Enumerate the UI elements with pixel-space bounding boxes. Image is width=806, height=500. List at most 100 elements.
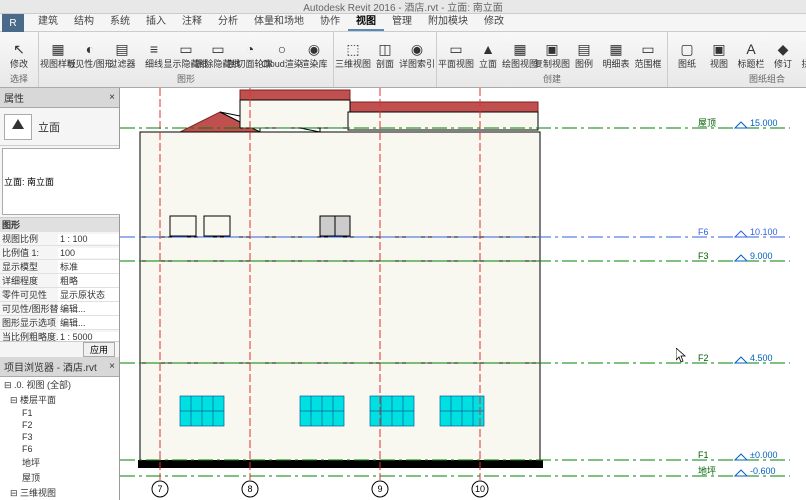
- app-menu[interactable]: R: [2, 14, 24, 32]
- ribbon-tab[interactable]: 体量和场地: [246, 10, 312, 31]
- ribbon-group: ▦视图样板◐可见性/图形▤过滤器≡细线▭显示隐藏线▭删除隐藏线◔剖切面轮廓○Cl…: [39, 32, 334, 87]
- ribbon-button[interactable]: ▦绘图视图: [504, 34, 536, 74]
- property-label: 当比例粗略度...: [0, 330, 58, 341]
- property-value[interactable]: 显示原状态: [58, 288, 119, 301]
- elevation-drawing: 屋顶 15.000 F6 10.100 F3 9.000 F2 4.500 F1 ±0.000 地坪…: [120, 88, 806, 500]
- apply-bar: 应用: [0, 341, 119, 357]
- ribbon-button[interactable]: ▢图纸: [671, 34, 703, 74]
- close-icon[interactable]: ×: [109, 92, 115, 103]
- property-value[interactable]: 标准: [58, 260, 119, 273]
- ribbon-tab[interactable]: 建筑: [30, 10, 66, 31]
- property-row[interactable]: 详细程度粗略: [0, 274, 119, 288]
- ribbon-tab[interactable]: 系统: [102, 10, 138, 31]
- property-value[interactable]: 编辑...: [58, 302, 119, 315]
- properties-panel-title: 属性 ×: [0, 88, 119, 108]
- level-name[interactable]: F2: [698, 353, 709, 363]
- ribbon-icon: ⬚: [343, 39, 363, 59]
- level-name[interactable]: F1: [698, 450, 709, 460]
- ribbon-button[interactable]: ▦明细表: [600, 34, 632, 74]
- ribbon-button[interactable]: ▭范围框: [632, 34, 664, 74]
- property-value[interactable]: 粗略: [58, 274, 119, 287]
- ribbon-group: ↖修改选择: [0, 32, 39, 87]
- ribbon-button[interactable]: ▣视图: [703, 34, 735, 74]
- ribbon-tab[interactable]: 管理: [384, 10, 420, 31]
- property-row[interactable]: 图形显示选项编辑...: [0, 316, 119, 330]
- ribbon-button[interactable]: ▣复制视图: [536, 34, 568, 74]
- property-value[interactable]: 编辑...: [58, 316, 119, 329]
- ribbon-icon: ▲: [478, 39, 498, 59]
- level-elev[interactable]: ±0.000: [750, 450, 777, 460]
- property-value[interactable]: 1 : 100: [58, 234, 119, 244]
- ribbon-tab[interactable]: 注释: [174, 10, 210, 31]
- level-name[interactable]: F6: [698, 227, 709, 237]
- ribbon-button[interactable]: ◫剖面: [369, 34, 401, 74]
- ribbon-button[interactable]: ◉渲染库: [298, 34, 330, 74]
- tree-node[interactable]: F3: [0, 431, 119, 443]
- ribbon-label: 剖面: [376, 59, 394, 69]
- ribbon-tab[interactable]: 视图: [348, 10, 384, 31]
- ribbon-label: 立面: [479, 59, 497, 69]
- level-elev[interactable]: 9.000: [750, 251, 773, 261]
- ribbon-button[interactable]: ↖修改: [3, 34, 35, 74]
- property-value[interactable]: 1 : 5000: [58, 332, 119, 342]
- ribbon-button[interactable]: A标题栏: [735, 34, 767, 74]
- property-row[interactable]: 可见性/图形替换编辑...: [0, 302, 119, 316]
- element-type[interactable]: 立面: [0, 108, 119, 146]
- ground-line: [138, 460, 543, 468]
- tree-node[interactable]: F6: [0, 443, 119, 455]
- tree-node[interactable]: F1: [0, 407, 119, 419]
- property-row[interactable]: 视图比例1 : 100: [0, 232, 119, 246]
- level-elev[interactable]: 15.000: [750, 118, 778, 128]
- ribbon-button[interactable]: ▤过滤器: [106, 34, 138, 74]
- level-elev[interactable]: 10.100: [750, 227, 778, 237]
- apply-button[interactable]: 应用: [83, 342, 115, 357]
- tree-node[interactable]: 地坪: [0, 455, 119, 470]
- level-elev[interactable]: -0.600: [750, 466, 776, 476]
- ribbon-tab[interactable]: 结构: [66, 10, 102, 31]
- property-label: 显示模型: [0, 260, 58, 273]
- ribbon-button[interactable]: ◆修订: [767, 34, 799, 74]
- level-name[interactable]: F3: [698, 251, 709, 261]
- ribbon: ↖修改选择▦视图样板◐可见性/图形▤过滤器≡细线▭显示隐藏线▭删除隐藏线◔剖切面…: [0, 32, 806, 88]
- property-row[interactable]: 当比例粗略度...1 : 5000: [0, 330, 119, 341]
- property-row[interactable]: 显示模型标准: [0, 260, 119, 274]
- ribbon-button[interactable]: ◐可见性/图形: [74, 34, 106, 74]
- ribbon-tab[interactable]: 协作: [312, 10, 348, 31]
- ribbon-tab[interactable]: 修改: [476, 10, 512, 31]
- ribbon-button[interactable]: ◉详图索引: [401, 34, 433, 74]
- close-icon[interactable]: ×: [109, 361, 115, 372]
- ribbon-icon: ▤: [112, 39, 132, 59]
- ribbon-icon: ▣: [542, 39, 562, 59]
- ribbon-label: 细线: [145, 59, 163, 69]
- level-name[interactable]: 屋顶: [698, 118, 716, 128]
- grid-bubble[interactable]: 8: [247, 484, 252, 494]
- ribbon-button[interactable]: ⬚三维视图: [337, 34, 369, 74]
- tree-node[interactable]: 屋顶: [0, 470, 119, 485]
- ribbon-button[interactable]: ○Cloud渲染: [266, 34, 298, 74]
- grid-bubble[interactable]: 9: [377, 484, 382, 494]
- grid-bubble[interactable]: 7: [157, 484, 162, 494]
- grid-bubble[interactable]: 10: [475, 484, 485, 494]
- ribbon-button[interactable]: ▤图例: [568, 34, 600, 74]
- ribbon-icon: ◆: [773, 39, 793, 59]
- type-selector[interactable]: [2, 148, 123, 215]
- ribbon-tab[interactable]: 附加模块: [420, 10, 476, 31]
- tree-node[interactable]: ⊟ 楼层平面: [0, 392, 119, 407]
- property-row[interactable]: 比例值 1:100: [0, 246, 119, 260]
- ribbon-button[interactable]: ⊞拼接线: [799, 34, 806, 74]
- ribbon-button[interactable]: ▭平面视图: [440, 34, 472, 74]
- level-name[interactable]: 地坪: [698, 465, 716, 476]
- drawing-canvas[interactable]: 屋顶 15.000 F6 10.100 F3 9.000 F2 4.500 F1 ±0.000 地坪…: [120, 88, 806, 500]
- property-value[interactable]: 100: [58, 248, 119, 258]
- level-elev[interactable]: 4.500: [750, 353, 773, 363]
- ribbon-button[interactable]: ▲立面: [472, 34, 504, 74]
- ribbon-tab[interactable]: 分析: [210, 10, 246, 31]
- ribbon-label: 修订: [774, 59, 792, 69]
- tree-node[interactable]: F2: [0, 419, 119, 431]
- tree-node[interactable]: ⊟ 三维视图: [0, 485, 119, 500]
- browser-panel-title: 项目浏览器 - 酒店.rvt ×: [0, 357, 119, 377]
- tree-node[interactable]: ⊟ .0. 视图 (全部): [0, 377, 119, 392]
- ribbon-icon: ◔: [240, 39, 260, 59]
- property-row[interactable]: 零件可见性显示原状态: [0, 288, 119, 302]
- ribbon-tab[interactable]: 插入: [138, 10, 174, 31]
